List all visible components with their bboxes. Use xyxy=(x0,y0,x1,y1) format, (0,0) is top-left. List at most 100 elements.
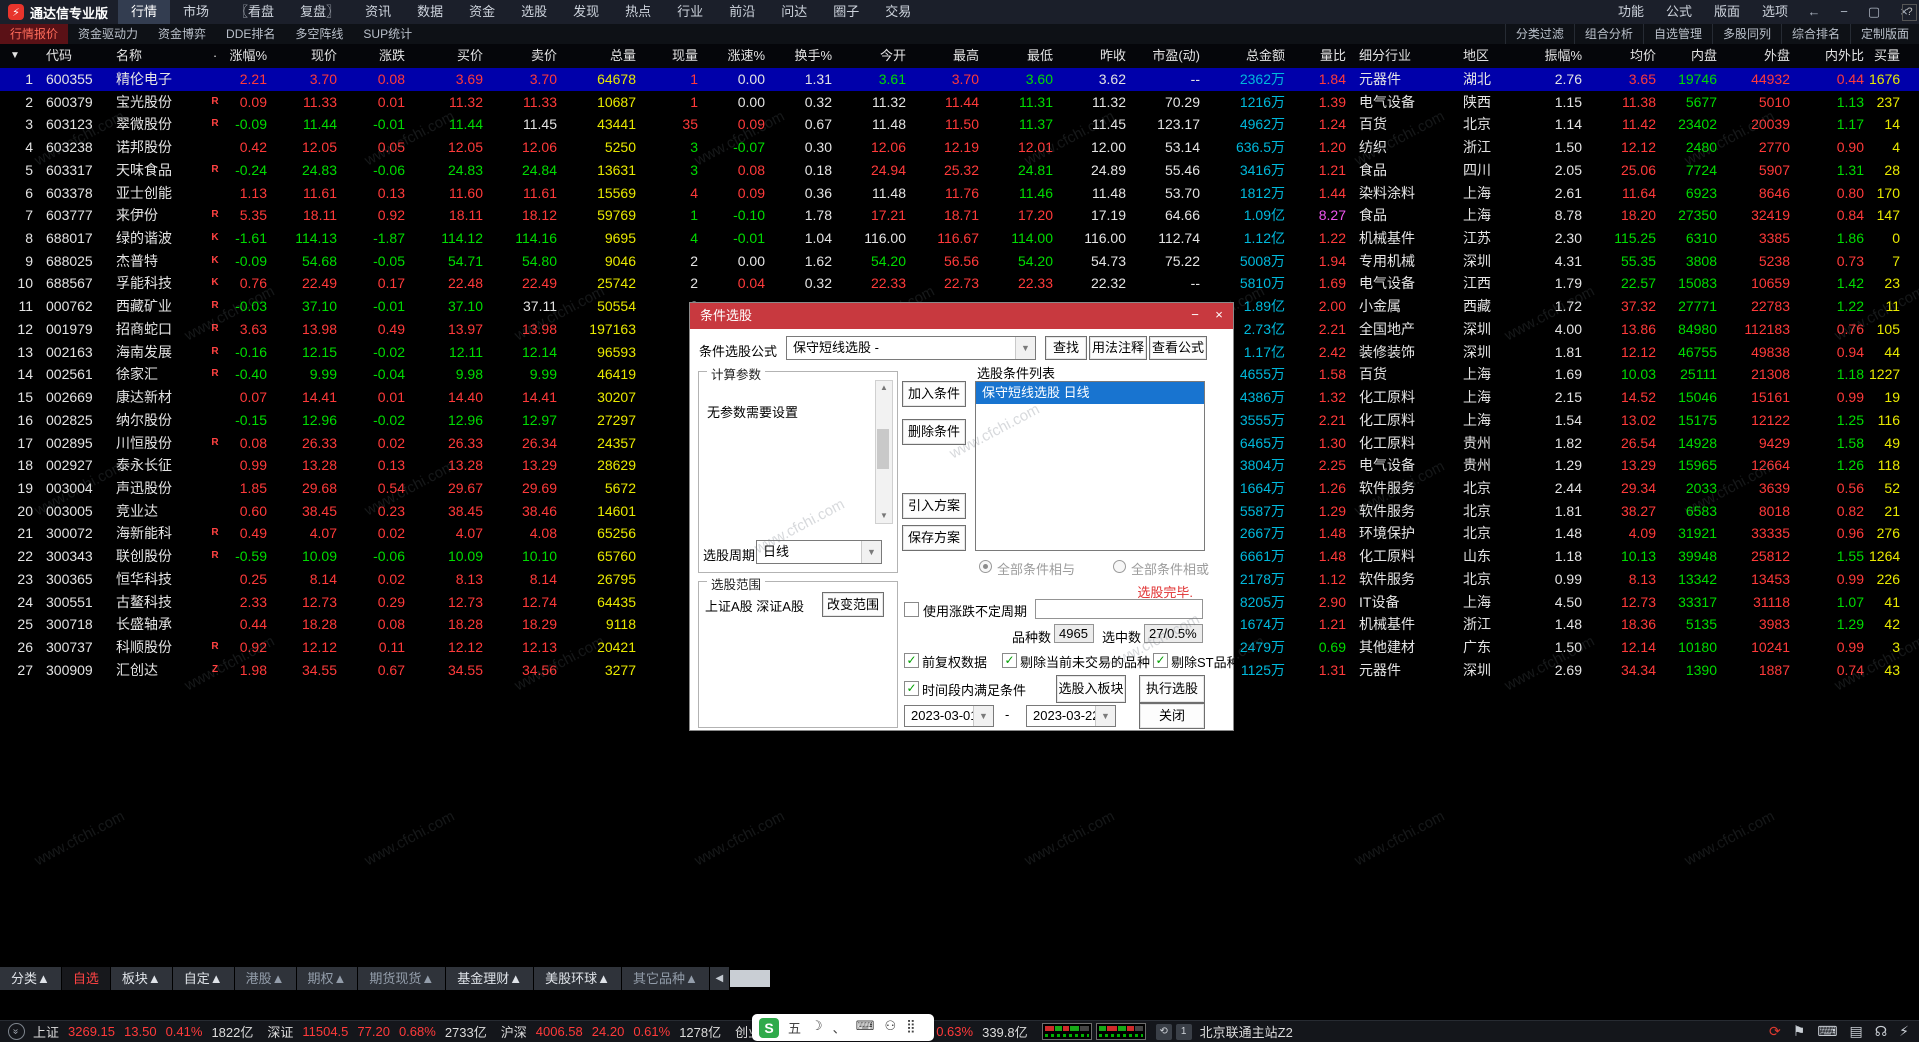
find-button[interactable]: 查找 xyxy=(1045,336,1087,360)
select-to-board-button[interactable]: 选股入板块 xyxy=(1056,675,1126,703)
toolbar-button-组合分析[interactable]: 组合分析 xyxy=(1574,24,1643,44)
table-row[interactable]: 7603777来伊份R5.3518.110.9218.1118.12597691… xyxy=(0,204,1919,227)
menu-item-行业[interactable]: 行业 xyxy=(664,0,716,24)
table-row[interactable]: 5603317天味食品R-0.2424.83-0.0624.8324.84136… xyxy=(0,159,1919,182)
column-header-均价[interactable]: 均价 xyxy=(1587,44,1661,68)
date-to-combobox[interactable]: 2023-03-22 ▼ xyxy=(1026,705,1116,727)
menu-item-发现[interactable]: 发现 xyxy=(560,0,612,24)
condition-listbox[interactable]: 保守短线选股 日线 xyxy=(975,381,1205,551)
menu-item-圈子[interactable]: 圈子 xyxy=(820,0,872,24)
column-header-总量[interactable]: 总量 xyxy=(562,44,641,68)
menu-item-前沿[interactable]: 前沿 xyxy=(716,0,768,24)
toolbar-tab-资金驱动力[interactable]: 资金驱动力 xyxy=(68,24,148,44)
column-header-昨收[interactable]: 昨收 xyxy=(1058,44,1131,68)
punctuation-icon[interactable]: 、 xyxy=(833,1018,846,1037)
bottom-tab-其它品种[interactable]: 其它品种▲ xyxy=(622,967,709,990)
menu-item-行情[interactable]: 行情 xyxy=(118,0,170,24)
menu-item-版面[interactable]: 版面 xyxy=(1703,0,1751,24)
table-row[interactable]: 3603123翠微股份R-0.0911.44-0.0111.4411.45434… xyxy=(0,113,1919,136)
column-header-内盘[interactable]: 内盘 xyxy=(1661,44,1722,68)
column-header-涨跌[interactable]: 涨跌 xyxy=(342,44,410,68)
toolbar-tab-SUP统计[interactable]: SUP统计 xyxy=(353,24,422,44)
wubi-icon[interactable]: 五 xyxy=(788,1018,801,1037)
menu-item-热点[interactable]: 热点 xyxy=(612,0,664,24)
window-restore-icon[interactable]: ▢ xyxy=(1859,0,1889,24)
column-header-最高[interactable]: 最高 xyxy=(911,44,984,68)
column-header-振幅%[interactable]: 振幅% xyxy=(1527,44,1587,68)
time-range-checkbox[interactable]: ✓ xyxy=(904,681,919,696)
radio-all-and[interactable] xyxy=(979,560,992,573)
date-from-combobox[interactable]: 2023-03-01 ▼ xyxy=(904,705,994,727)
toolbar-button-自选管理[interactable]: 自选管理 xyxy=(1643,24,1712,44)
menu-item-功能[interactable]: 功能 xyxy=(1607,0,1655,24)
menu-item-复盘〗[interactable]: 复盘〗 xyxy=(287,0,352,24)
toolbar-tab-行情报价[interactable]: 行情报价 xyxy=(0,24,68,44)
bottom-tab-期权[interactable]: 期权▲ xyxy=(297,967,358,990)
bottom-tab-分类[interactable]: 分类▲ xyxy=(0,967,61,990)
column-header-现量[interactable]: 现量 xyxy=(641,44,703,68)
import-plan-button[interactable]: 引入方案 xyxy=(902,493,966,519)
save-plan-button[interactable]: 保存方案 xyxy=(902,525,966,551)
column-header-名称[interactable]: 名称 xyxy=(108,44,204,68)
menu-item-选股[interactable]: 选股 xyxy=(508,0,560,24)
keyboard-icon[interactable]: ⌨ xyxy=(856,1018,875,1037)
dialog-minimize-icon[interactable]: − xyxy=(1183,303,1207,327)
view-formula-button[interactable]: 查看公式 xyxy=(1149,336,1207,360)
column-header-量比[interactable]: 量比 xyxy=(1290,44,1351,68)
bottom-tab-板块[interactable]: 板块▲ xyxy=(111,967,172,990)
menu-item-数据[interactable]: 数据 xyxy=(404,0,456,24)
moon-icon[interactable]: ☽ xyxy=(811,1018,823,1037)
column-header-·[interactable]: · xyxy=(204,44,226,68)
close-button[interactable]: 关闭 xyxy=(1139,703,1205,729)
uncertain-period-input[interactable] xyxy=(1035,599,1203,619)
menu-item-公式[interactable]: 公式 xyxy=(1655,0,1703,24)
index-quote-上证[interactable]: 上证3269.1513.500.41%1822亿 xyxy=(33,1022,253,1041)
toolbar-button-多股同列[interactable]: 多股同列 xyxy=(1712,24,1781,44)
add-condition-button[interactable]: 加入条件 xyxy=(902,381,966,407)
remove-untraded-checkbox[interactable]: ✓ xyxy=(1002,653,1017,668)
column-header-最低[interactable]: 最低 xyxy=(984,44,1058,68)
sogou-logo-icon[interactable]: S xyxy=(759,1018,779,1038)
column-header-涨幅%[interactable]: 涨幅% xyxy=(226,44,272,68)
help-icon[interactable]: ? xyxy=(1902,4,1917,21)
change-range-button[interactable]: 改变范围 xyxy=(822,592,884,617)
table-row[interactable]: 10688567孚能科技K0.7622.490.1722.4822.492574… xyxy=(0,272,1919,295)
forward-adjust-checkbox[interactable]: ✓ xyxy=(904,653,919,668)
menu-item-资金[interactable]: 资金 xyxy=(456,0,508,24)
toolbar-tab-多空阵线[interactable]: 多空阵线 xyxy=(285,24,353,44)
bottom-tab-自选[interactable]: 自选 xyxy=(62,967,110,990)
toolbar-button-分类过滤[interactable]: 分类过滤 xyxy=(1505,24,1574,44)
chevron-down-icon[interactable]: ▼ xyxy=(1095,706,1115,726)
condition-list-selected-item[interactable]: 保守短线选股 日线 xyxy=(976,382,1204,404)
column-header-买价[interactable]: 买价 xyxy=(410,44,488,68)
table-row[interactable]: 8688017绿的谐波K-1.61114.13-1.87114.12114.16… xyxy=(0,227,1919,250)
column-header-市盈(动)[interactable]: 市盈(动) xyxy=(1131,44,1205,68)
menu-item-〖看盘[interactable]: 〖看盘 xyxy=(222,0,287,24)
menu-item-资讯[interactable]: 资讯 xyxy=(352,0,404,24)
chevron-down-icon[interactable]: ▼ xyxy=(1015,337,1035,359)
chevron-down-icon[interactable]: ▼ xyxy=(861,541,881,563)
scroll-down-icon[interactable]: ▼ xyxy=(876,509,892,523)
params-scrollbar[interactable]: ▲ ▼ xyxy=(875,380,893,524)
scroll-up-icon[interactable]: ▲ xyxy=(876,381,892,395)
ime-toolbar[interactable]: S 五☽、⌨⚇⣿ xyxy=(752,1014,934,1041)
table-row[interactable]: 6603378亚士创能1.1311.610.1311.6011.61155694… xyxy=(0,182,1919,205)
refresh-icon[interactable]: ⟲ xyxy=(1156,1024,1172,1040)
index-quote-沪深[interactable]: 沪深4006.5824.200.61%1278亿 xyxy=(501,1022,721,1041)
column-header-细分行业[interactable]: 细分行业 xyxy=(1351,44,1455,68)
execute-select-button[interactable]: 执行选股 xyxy=(1139,675,1205,703)
dialog-title-bar[interactable]: 条件选股 − × xyxy=(690,303,1233,329)
menu-item-选项[interactable]: 选项 xyxy=(1751,0,1799,24)
column-header-今开[interactable]: 今开 xyxy=(837,44,911,68)
column-header-买量[interactable]: 买量 xyxy=(1869,44,1905,68)
scrollbar-thumb[interactable] xyxy=(877,429,889,469)
table-row[interactable]: 2600379宝光股份R0.0911.330.0111.3211.3310687… xyxy=(0,91,1919,114)
remove-st-checkbox[interactable]: ✓ xyxy=(1153,653,1168,668)
bottom-tab-自定[interactable]: 自定▲ xyxy=(173,967,234,990)
menu-item-问达[interactable]: 问达 xyxy=(768,0,820,24)
flag-icon[interactable]: ⚑ xyxy=(1793,1023,1806,1040)
server-1-icon[interactable]: 1 xyxy=(1176,1024,1192,1040)
column-header-现价[interactable]: 现价 xyxy=(272,44,342,68)
record-icon[interactable]: ⟳ xyxy=(1769,1023,1781,1040)
grid-icon[interactable]: ⣿ xyxy=(906,1018,916,1037)
